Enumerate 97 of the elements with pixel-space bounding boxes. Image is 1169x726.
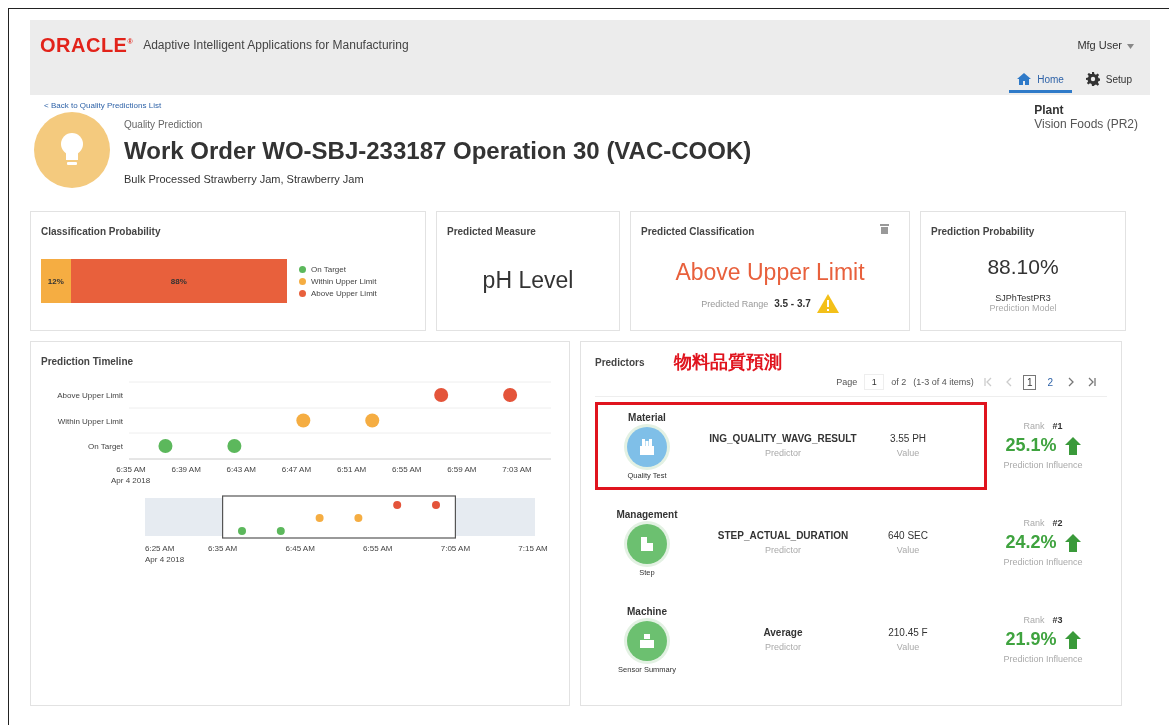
predictor-label: Predictor — [764, 642, 802, 652]
user-menu[interactable]: Mfg User — [1071, 39, 1140, 51]
home-icon — [1017, 73, 1032, 85]
row-label: Above Upper Limit — [57, 391, 123, 400]
rank-value: #3 — [1052, 615, 1063, 625]
rank-value: #1 — [1052, 421, 1063, 431]
bar-segment: 12% — [41, 259, 71, 303]
card-title: Predictors — [595, 356, 645, 368]
range-label: Predicted Range — [701, 298, 769, 309]
card-title: Classification Probability — [41, 226, 161, 237]
value-label: Value — [895, 545, 921, 555]
predictor-name: Average — [762, 627, 804, 638]
axis-tick-label: 6:47 AM — [281, 465, 312, 474]
item-range: (1-3 of 4 items) — [913, 377, 974, 387]
predictor-value: 640 SEC — [887, 530, 929, 541]
axis-tick-label: 7:03 AM — [502, 465, 532, 474]
predictor-label: Predictor — [764, 448, 802, 458]
axis-tick-label: 7:05 AM — [440, 544, 471, 553]
model-name: SJPhTestPR3 — [994, 293, 1052, 303]
bar-segment: 88% — [70, 259, 287, 303]
legend-label: Above Upper Limit — [311, 288, 377, 298]
legend-label: Within Upper Limit — [311, 276, 377, 286]
predictor-value: 210.45 F — [887, 627, 929, 638]
stack-icon[interactable] — [880, 224, 889, 234]
selection-window[interactable] — [222, 495, 456, 539]
row-label: On Target — [88, 442, 123, 451]
axis-tick-label: 6:51 AM — [336, 465, 367, 474]
card-title: Prediction Timeline — [41, 356, 134, 367]
axis-tick-label: 7:15 AM — [518, 544, 548, 553]
category-label: Material — [628, 411, 666, 423]
category-label: Machine — [627, 605, 667, 617]
overview-point — [238, 527, 246, 535]
page-title: Work Order WO-SBJ-233187 Operation 30 (VAC-COOK) — [124, 136, 752, 165]
settings-icon — [1085, 72, 1100, 86]
measure-value: pH Level — [481, 267, 575, 294]
overview-point — [393, 501, 402, 509]
axis-tick-label: 6:25 AM — [145, 544, 175, 553]
predictor-value: 3.55 PH — [888, 433, 928, 444]
axis-tick-label: 6:35 AM — [207, 544, 238, 553]
classification-value: Above Upper Limit — [674, 259, 866, 286]
axis-tick-label: 6:45 AM — [285, 544, 315, 553]
rank-label: Rank — [1023, 518, 1045, 528]
predictor-name: ING_QUALITY_WAVG_RESULT — [708, 433, 858, 444]
rank-label: Rank — [1023, 421, 1045, 431]
page-input[interactable]: 1 — [864, 374, 885, 390]
axis-date-label: Apr 4 2018 — [111, 477, 151, 485]
page-button[interactable]: 2 — [1043, 374, 1057, 390]
axis-tick-label: 6:39 AM — [171, 465, 201, 474]
probability-value: 88.10% — [986, 255, 1060, 279]
card-title: Prediction Probability — [931, 226, 1035, 237]
annotation-text: 物料品質預測 — [674, 351, 783, 374]
axis-tick-label: 6:55 AM — [392, 465, 422, 474]
up-arrow-icon — [1064, 436, 1081, 455]
nav-tab[interactable]: Setup — [1077, 70, 1140, 93]
influence-label: Prediction Influence — [1003, 557, 1083, 567]
axis-tick-label: 6:43 AM — [226, 465, 256, 474]
predictor-label: Predictor — [764, 545, 802, 555]
app-title: Adaptive Intelligent Applications for Manufacturing — [143, 38, 410, 52]
legend-label: On Target — [311, 264, 346, 274]
influence-value: 21.9% — [1005, 629, 1057, 650]
category-label: Management — [616, 508, 678, 520]
container-icon — [637, 436, 657, 457]
axis-date-label: Apr 4 2018 — [145, 555, 185, 564]
rank-value: #2 — [1052, 518, 1063, 528]
card-title: Predicted Classification — [641, 226, 755, 237]
up-arrow-icon — [1064, 630, 1081, 649]
influence-value: 25.1% — [1005, 435, 1057, 456]
predictor-name: STEP_ACTUAL_DURATION — [716, 530, 850, 541]
axis-tick-label: 6:55 AM — [363, 544, 393, 553]
influence-value: 24.2% — [1005, 532, 1057, 553]
up-arrow-icon — [1064, 533, 1081, 552]
axis-tick-label: 6:59 AM — [447, 465, 477, 474]
range-value: 3.5 - 3.7 — [774, 298, 811, 309]
axis-tick-label: 6:35 AM — [116, 465, 146, 474]
plant-label: Plant — [1034, 103, 1065, 117]
card-title: Predicted Measure — [447, 226, 536, 237]
value-label: Value — [895, 642, 921, 652]
back-link[interactable]: < Back to Quality Predictions List — [44, 101, 752, 110]
page-label: Page — [836, 377, 858, 387]
page-subtitle: Bulk Processed Strawberry Jam, Strawberry Jam — [124, 172, 364, 185]
caret-icon — [1127, 44, 1134, 49]
row-label: Within Upper Limit — [57, 416, 123, 426]
page-count: of 2 — [891, 377, 907, 387]
overview-point — [432, 501, 440, 509]
influence-label: Prediction Influence — [1003, 460, 1083, 470]
page-button[interactable]: 1 — [1022, 374, 1037, 390]
logo: ORACLE$^{®}$ — [40, 33, 134, 57]
rank-label: Rank — [1023, 615, 1045, 625]
overline-label: Quality Prediction — [124, 118, 203, 130]
overview-point — [315, 514, 324, 522]
overview-point — [276, 527, 285, 535]
influence-label: Prediction Influence — [1003, 654, 1083, 664]
model-label: Prediction Model — [988, 303, 1058, 313]
overview-point — [354, 514, 363, 522]
value-label: Value — [895, 448, 921, 458]
nav-tab[interactable]: Home — [1009, 70, 1072, 93]
plant-value: Vision Foods (PR2) — [1034, 117, 1138, 131]
